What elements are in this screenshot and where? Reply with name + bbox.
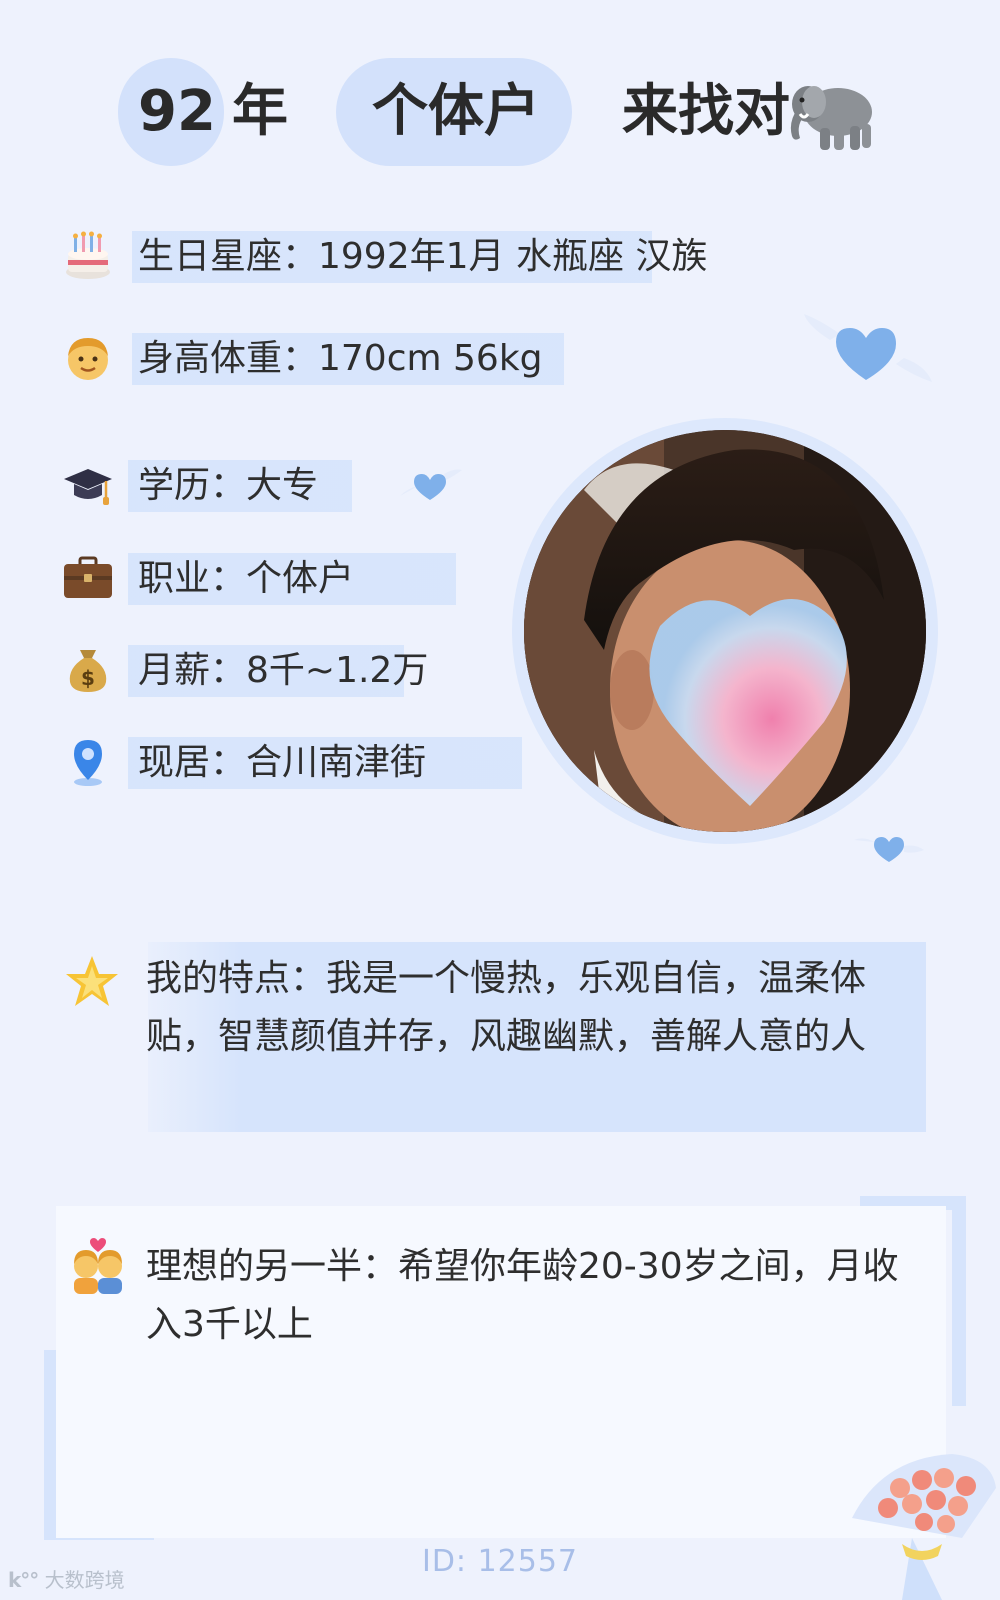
winged-heart-icon bbox=[804, 314, 932, 382]
cake-icon bbox=[66, 231, 110, 279]
profile-card-page: 92 年 个体户 来找对 生日星座：1992年1月 水瓶座 汉族 身高体重：17… bbox=[0, 0, 1000, 1600]
briefcase-icon bbox=[64, 556, 112, 598]
profile-id: ID: 12557 bbox=[421, 1544, 579, 1579]
height-weight-text: 身高体重：170cm 56kg bbox=[138, 338, 543, 379]
winged-heart-icon bbox=[400, 469, 462, 500]
header-occupation: 个体户 bbox=[372, 79, 540, 144]
residence-text: 现居：合川南津街 bbox=[138, 742, 427, 783]
graduation-cap-icon bbox=[64, 469, 112, 505]
salary-text: 月薪：8千~1.2万 bbox=[138, 650, 429, 691]
man-face-icon bbox=[68, 338, 108, 380]
birth-year-unit: 年 bbox=[232, 79, 288, 144]
svg-text:$: $ bbox=[81, 666, 95, 690]
profile-photo bbox=[524, 430, 926, 832]
winged-heart-icon bbox=[854, 837, 924, 862]
header-seeking: 来找对 bbox=[622, 79, 790, 144]
birthday-text: 生日星座：1992年1月 水瓶座 汉族 bbox=[138, 236, 708, 277]
watermark-text: 大数跨境 bbox=[44, 1568, 125, 1592]
watermark: k°° 大数跨境 bbox=[8, 1564, 125, 1593]
watermark-logo-icon: k°° bbox=[8, 1568, 39, 1592]
features-text: 我的特点：我是一个慢热，乐观自信，温柔体贴，智慧颜值并存，风趣幽默，善解人意的人 bbox=[146, 958, 867, 1057]
education-text: 学历：大专 bbox=[138, 465, 319, 506]
location-pin-icon bbox=[74, 740, 102, 786]
money-bag-icon: $ bbox=[69, 650, 107, 692]
profile-photo-image bbox=[524, 430, 926, 832]
elephant-icon bbox=[790, 86, 872, 150]
header: 92 年 个体户 来找对 bbox=[110, 58, 910, 168]
couple-heart-icon bbox=[74, 1238, 122, 1294]
birth-year-number: 92 bbox=[138, 79, 216, 144]
occupation-text: 职业：个体户 bbox=[138, 558, 355, 599]
star-icon bbox=[66, 956, 118, 1006]
ideal-partner-text: 理想的另一半：希望你年龄20-30岁之间，月收入3千以上 bbox=[146, 1246, 899, 1345]
